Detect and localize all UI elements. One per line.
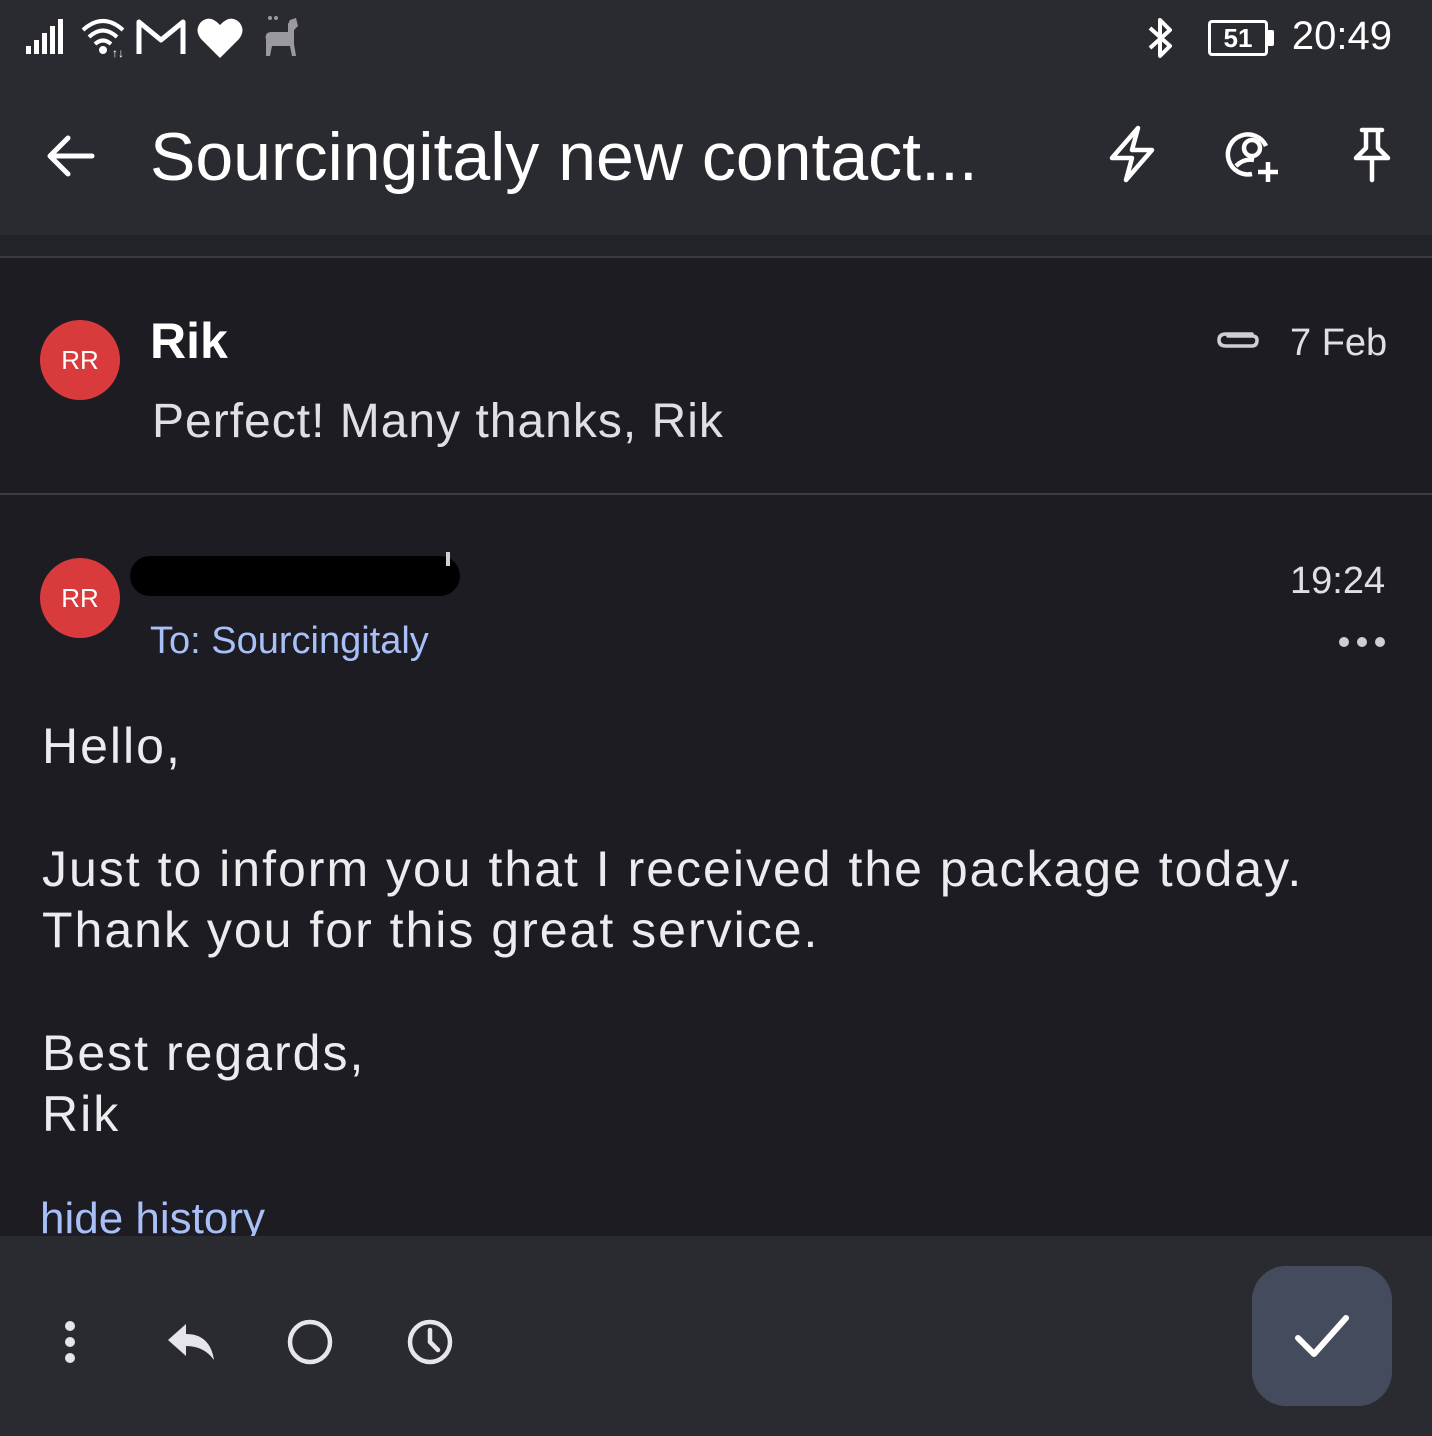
wifi-icon: ↑↓ — [81, 19, 125, 58]
done-button[interactable] — [1252, 1266, 1392, 1406]
redaction-artifact — [446, 552, 450, 566]
app-bar-shadow — [0, 235, 1432, 257]
battery-indicator: 51 — [1208, 20, 1274, 56]
back-arrow-icon[interactable] — [44, 130, 96, 182]
reply-icon[interactable] — [160, 1312, 220, 1372]
signal-icon — [26, 19, 63, 54]
status-time: 20:49 — [1291, 14, 1392, 58]
redacted-sender — [130, 556, 460, 596]
body-line: Just to inform you that I received the p… — [42, 841, 1304, 897]
more-vert-icon[interactable] — [40, 1312, 100, 1372]
body-signature: Rik — [42, 1086, 121, 1142]
gmail-icon — [136, 19, 186, 54]
avatar[interactable]: RR — [40, 320, 120, 400]
thread-title: Sourcingitaly new contact... — [150, 119, 978, 195]
divider — [0, 256, 1432, 258]
message-body: Hello, Just to inform you that I receive… — [42, 716, 1402, 1145]
bottom-toolbar — [0, 1236, 1432, 1436]
message-snippet: Perfect! Many thanks, Rik — [152, 395, 724, 448]
svg-text:↑↓: ↑↓ — [112, 46, 124, 58]
body-greeting: Hello, — [42, 718, 182, 774]
message-date: 7 Feb — [1290, 322, 1388, 364]
avatar[interactable]: RR — [40, 558, 120, 638]
sender-name: Rik — [150, 313, 228, 369]
top-app-bar: Sourcingitaly new contact... — [0, 80, 1432, 235]
circle-icon[interactable] — [280, 1312, 340, 1372]
add-contact-icon[interactable] — [1222, 124, 1282, 184]
body-line: Thank you for this great service. — [42, 902, 820, 958]
lightning-icon[interactable] — [1102, 124, 1162, 184]
battery-level: 51 — [1223, 23, 1253, 53]
body-closing: Best regards, — [42, 1025, 366, 1081]
more-horiz-icon[interactable] — [1334, 622, 1390, 662]
email-thread-screen: ↑↓ 51 20:49 Sourcingitaly new contact... — [0, 0, 1432, 1436]
recipient-line[interactable]: To: Sourcingitaly — [150, 620, 429, 663]
heart-icon — [197, 18, 243, 59]
hide-history-link[interactable]: hide history — [40, 1194, 265, 1238]
attachment-icon — [1217, 332, 1259, 348]
pin-icon[interactable] — [1342, 124, 1402, 184]
bluetooth-icon — [1148, 18, 1172, 58]
llama-icon — [265, 16, 298, 56]
status-bar: ↑↓ 51 20:49 — [0, 0, 1432, 80]
message-time: 19:24 — [1290, 560, 1386, 602]
divider — [0, 493, 1432, 495]
clock-icon[interactable] — [400, 1312, 460, 1372]
check-icon — [1295, 1315, 1349, 1357]
